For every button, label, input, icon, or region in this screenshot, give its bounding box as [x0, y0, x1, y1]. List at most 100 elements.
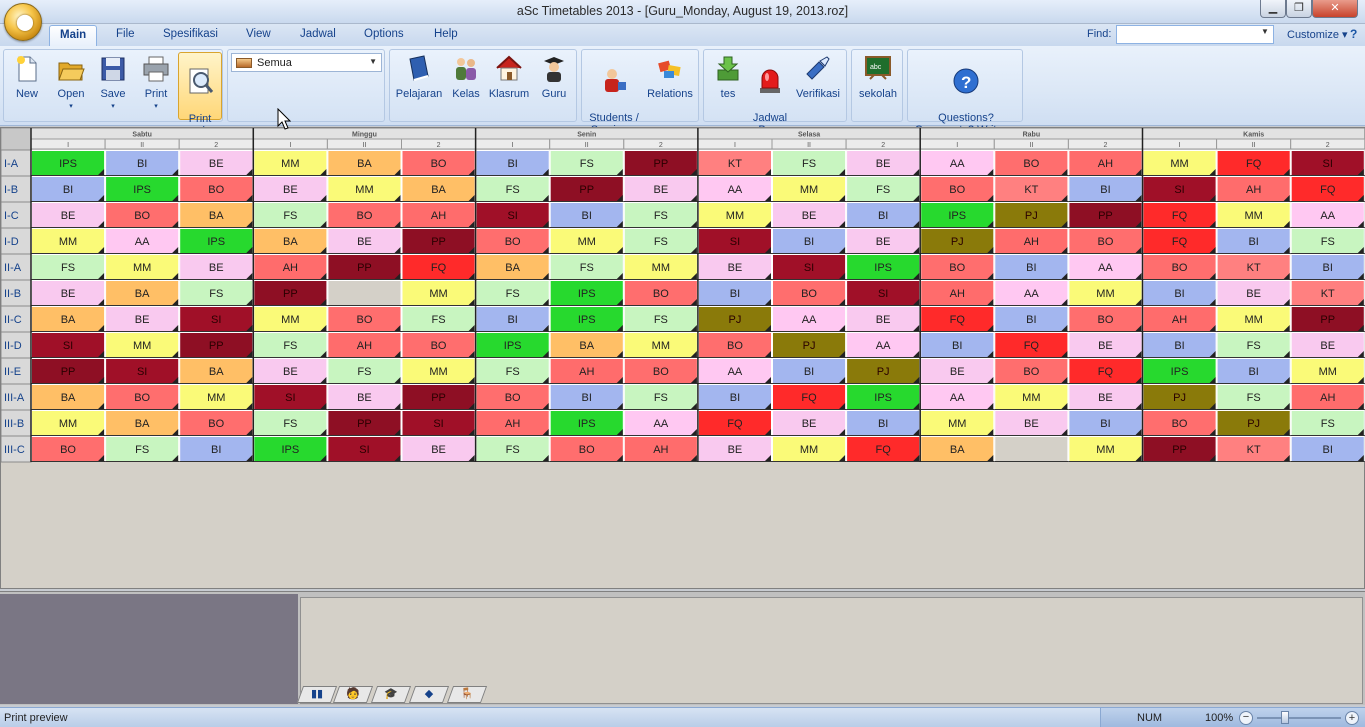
students-seminars-button[interactable]: Students / Seminars	[586, 54, 642, 136]
lesson-subject-label: BO	[208, 184, 224, 196]
lesson-subject-label: FS	[283, 418, 297, 430]
lesson-subject-label: BE	[876, 158, 891, 170]
tab-view[interactable]: View	[246, 28, 271, 40]
tab-main[interactable]: Main	[49, 25, 98, 46]
tab-file[interactable]: File	[116, 28, 135, 40]
lesson-subject-label: PJ	[951, 236, 964, 248]
data-group: Pelajaran Kelas Klasrum Guru	[389, 49, 577, 122]
tab-options[interactable]: Options	[364, 28, 404, 40]
lesson-subject-label: BE	[728, 262, 743, 274]
print-label: Print	[144, 88, 168, 100]
lesson-subject-label: MM	[281, 314, 299, 326]
open-button[interactable]: Open ▾	[52, 54, 90, 113]
relations-button[interactable]: Relations	[644, 54, 696, 100]
lesson-subject-label: BI	[582, 210, 592, 222]
find-input[interactable]	[1116, 25, 1274, 44]
timetable-grid[interactable]: Sabtu Minggu Senin Selasa Rabu Kamis I II 2 I II 2 I…	[0, 127, 1365, 589]
zoom-out-button[interactable]: −	[1239, 711, 1253, 725]
minimize-button[interactable]: ▁	[1260, 0, 1286, 18]
tes-button[interactable]: tes	[710, 54, 746, 100]
lesson-subject-label: PJ	[1173, 392, 1186, 404]
find-dropdown-icon[interactable]: ▼	[1261, 27, 1269, 36]
lesson-subject-label: BE	[1024, 418, 1039, 430]
lesson-subject-label: SI	[878, 288, 888, 300]
lesson-subject-label: MM	[652, 340, 670, 352]
lesson-subject-label: SI	[1174, 184, 1184, 196]
timetable-canvas[interactable]: Sabtu Minggu Senin Selasa Rabu KamisI II 2 I II 2 I…	[1, 128, 1365, 590]
period-header-label: I	[289, 142, 291, 149]
lesson-subject-label: AA	[135, 236, 150, 248]
print-dropdown-icon[interactable]: ▾	[138, 101, 174, 113]
lesson-subject-label: FS	[432, 314, 446, 326]
lesson-subject-label: SI	[507, 210, 517, 222]
lesson-subject-label: AH	[1098, 158, 1113, 170]
lesson-subject-label: FQ	[727, 418, 743, 430]
lesson-subject-label: BA	[357, 158, 372, 170]
verifikasi-button[interactable]: Verifikasi	[792, 54, 844, 100]
lesson-cell[interactable]	[327, 280, 402, 306]
lesson-subject-label: BE	[1098, 392, 1113, 404]
lesson-subject-label: AH	[579, 366, 594, 378]
lesson-subject-label: BO	[1023, 158, 1039, 170]
lesson-subject-label: FS	[506, 184, 520, 196]
day-header-label: Sabtu	[132, 132, 151, 139]
questions-comments-button[interactable]: ? Questions? Comments? Write us	[911, 54, 1021, 136]
sekolah-button[interactable]: abc sekolah	[855, 54, 901, 100]
klasrum-button[interactable]: Klasrum	[486, 54, 532, 100]
lesson-subject-label: MM	[652, 262, 670, 274]
lesson-subject-label: AA	[876, 340, 891, 352]
students-group: Students / Seminars Relations	[581, 49, 699, 136]
close-button[interactable]: ✕	[1312, 0, 1358, 18]
lesson-subject-label: MM	[429, 288, 447, 300]
day-header-label: Kamis	[1243, 132, 1264, 139]
lesson-subject-label: SI	[359, 444, 369, 456]
day-header-label: Minggu	[352, 132, 377, 139]
lesson-subject-label: PP	[1098, 210, 1113, 222]
lesson-subject-label: SI	[730, 236, 740, 248]
lesson-subject-label: PP	[357, 262, 372, 274]
lesson-subject-label: IPS	[1171, 366, 1189, 378]
lesson-subject-label: BO	[949, 184, 965, 196]
maximize-button[interactable]: ❐	[1286, 0, 1312, 18]
zoom-in-button[interactable]: +	[1345, 711, 1359, 725]
help-icon[interactable]: ?	[1350, 27, 1357, 41]
zoom-slider-track[interactable]	[1257, 717, 1341, 719]
lesson-subject-label: MM	[59, 236, 77, 248]
filter-select[interactable]: Semua ▼	[231, 53, 382, 72]
tab-jadwal[interactable]: Jadwal	[300, 28, 336, 40]
save-dropdown-icon[interactable]: ▾	[96, 101, 130, 113]
zoom-slider-thumb[interactable]	[1281, 711, 1289, 724]
jadwal-baru-button[interactable]: Jadwal Baru	[750, 54, 790, 136]
period-header-label: 2	[881, 142, 885, 149]
lesson-subject-label: BA	[505, 262, 520, 274]
lesson-subject-label: BE	[209, 262, 224, 274]
lesson-subject-label: FS	[1321, 418, 1335, 430]
tab-spesifikasi[interactable]: Spesifikasi	[163, 28, 218, 40]
tab-subjects[interactable]: ◆	[408, 686, 450, 703]
lesson-subject-label: PJ	[877, 366, 890, 378]
new-button[interactable]: New	[10, 54, 44, 100]
lesson-subject-label: MM	[429, 366, 447, 378]
lesson-subject-label: BA	[209, 210, 224, 222]
print-button[interactable]: Print ▾	[138, 54, 174, 113]
save-button[interactable]: Save ▾	[96, 54, 130, 113]
lesson-subject-label: IPS	[578, 314, 596, 326]
lesson-cell[interactable]	[994, 436, 1069, 462]
tab-teachers[interactable]: 🧑	[332, 686, 374, 703]
guru-button[interactable]: Guru	[538, 54, 570, 100]
tab-classes[interactable]: ▮▮	[296, 686, 338, 703]
tab-help[interactable]: Help	[434, 28, 458, 40]
tab-classrooms[interactable]: 🪑	[446, 686, 488, 703]
tab-students[interactable]: 🎓	[370, 686, 412, 703]
lesson-subject-label: KT	[728, 158, 742, 170]
class-label: III-A	[4, 392, 25, 404]
people-icon	[456, 58, 476, 80]
application-orb-button[interactable]: ⬤	[4, 3, 42, 41]
lesson-subject-label: PP	[579, 184, 594, 196]
kelas-button[interactable]: Kelas	[448, 54, 484, 100]
print-preview-button[interactable]: Print preview	[178, 52, 222, 137]
pelajaran-button[interactable]: Pelajaran	[394, 54, 444, 100]
lesson-subject-label: BE	[283, 366, 298, 378]
open-dropdown-icon[interactable]: ▾	[52, 101, 90, 113]
customize-button[interactable]: Customize ▾	[1287, 28, 1348, 41]
